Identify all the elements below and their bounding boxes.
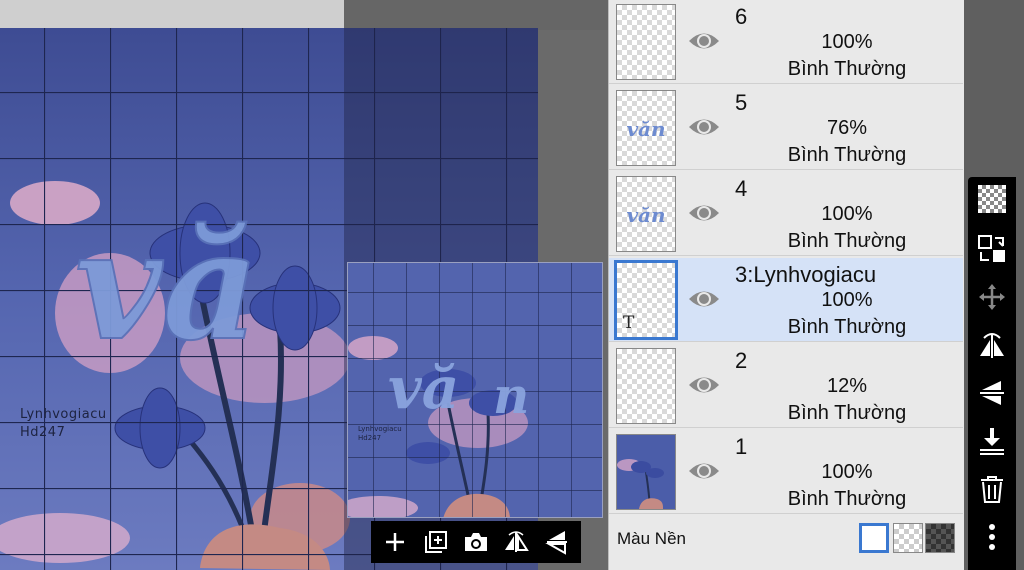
preview-image: vă n: [348, 263, 602, 517]
background-transparent-swatch[interactable]: [893, 523, 923, 553]
layer-image-preview: [617, 435, 675, 509]
layer-blend-mode: Bình Thường: [787, 58, 907, 80]
svg-text:vă: vă: [388, 354, 459, 422]
canvas-top-margin: [0, 0, 344, 30]
layer-row[interactable]: 1 100% Bình Thường: [609, 430, 963, 514]
layer-thumbnail[interactable]: [616, 434, 676, 510]
flip-horizontal-icon[interactable]: [974, 327, 1010, 363]
svg-text:vă: vă: [75, 198, 259, 374]
svg-text:n: n: [493, 366, 529, 425]
plus-icon[interactable]: [380, 527, 410, 557]
layers-panel: 6 100% Bình Thường văn 5 76% Bình Thường văn 4 10…: [608, 0, 964, 570]
layer-blend-mode: Bình Thường: [787, 230, 907, 252]
layer-opacity: 100%: [821, 31, 873, 53]
background-dark-swatch[interactable]: [925, 523, 955, 553]
layer-row[interactable]: T 3:Lynhvogiacu 100% Bình Thường: [609, 258, 963, 342]
credit-line-1: Lynhvogiacu: [20, 407, 107, 422]
layer-opacity: 100%: [821, 461, 873, 483]
layer-thumbnail[interactable]: văn: [616, 90, 676, 166]
canvas-top-margin-dark: [344, 0, 608, 30]
artwork-credit: Lynhvogiacu Hd247: [20, 406, 107, 442]
preview-credit-line-1: Lynhvogiacu: [358, 425, 402, 433]
background-color-row: Màu Nền: [609, 518, 963, 562]
canvas-area[interactable]: vă Lynhvogiacu Hd247 vă n Lynhvogiacu Hd…: [0, 0, 608, 570]
preview-credit-line-2: Hd247: [358, 434, 382, 442]
swap-layers-icon[interactable]: [974, 231, 1010, 267]
layer-blend-mode: Bình Thường: [787, 316, 907, 338]
layer-name: 1: [735, 434, 748, 459]
bottom-toolbar: [371, 521, 581, 563]
layer-row[interactable]: văn 5 76% Bình Thường: [609, 86, 963, 170]
layer-name: 6: [735, 4, 748, 29]
camera-icon[interactable]: [461, 527, 491, 557]
visibility-eye-icon[interactable]: [687, 458, 721, 484]
layer-name: 5: [735, 90, 748, 115]
merge-down-icon[interactable]: [974, 423, 1010, 459]
visibility-eye-icon[interactable]: [687, 372, 721, 398]
layer-opacity: 100%: [821, 203, 873, 225]
layer-row[interactable]: 6 100% Bình Thường: [609, 0, 963, 84]
visibility-eye-icon[interactable]: [687, 28, 721, 54]
checkerboard-icon[interactable]: [974, 181, 1010, 217]
layer-row[interactable]: văn 4 100% Bình Thường: [609, 172, 963, 256]
thumbnail-lettering: văn: [626, 203, 666, 227]
thumbnail-lettering: văn: [626, 117, 666, 141]
layer-thumbnail[interactable]: văn: [616, 176, 676, 252]
background-white-swatch[interactable]: [859, 523, 889, 553]
preview-credit: Lynhvogiacu Hd247: [358, 425, 402, 443]
visibility-eye-icon[interactable]: [687, 114, 721, 140]
visibility-eye-icon[interactable]: [687, 200, 721, 226]
layer-opacity: 100%: [821, 289, 873, 311]
layer-name: 4: [735, 176, 748, 201]
flip-horizontal-icon[interactable]: [501, 527, 531, 557]
visibility-eye-icon[interactable]: [687, 286, 721, 312]
layer-opacity: 12%: [826, 375, 868, 397]
flip-vertical-icon[interactable]: [542, 527, 572, 557]
reference-preview[interactable]: vă n Lynhvogiacu Hd247: [347, 262, 603, 518]
credit-line-2: Hd247: [20, 425, 66, 440]
text-layer-icon: T: [623, 313, 635, 333]
layer-thumbnail[interactable]: [616, 348, 676, 424]
background-label: Màu Nền: [617, 529, 686, 548]
layer-blend-mode: Bình Thường: [787, 402, 907, 424]
flip-vertical-icon[interactable]: [974, 375, 1010, 411]
layer-thumbnail[interactable]: T: [614, 260, 678, 340]
trash-icon[interactable]: [974, 471, 1010, 507]
layer-blend-mode: Bình Thường: [787, 488, 907, 510]
app-root: vă Lynhvogiacu Hd247 vă n Lynhvogiacu Hd…: [0, 0, 1024, 570]
more-icon[interactable]: [974, 519, 1010, 555]
layer-row[interactable]: 2 12% Bình Thường: [609, 344, 963, 428]
layer-name: 3:Lynhvogiacu: [735, 262, 877, 287]
layer-name: 2: [735, 348, 748, 373]
add-layer-icon[interactable]: [421, 527, 451, 557]
layer-opacity: 76%: [826, 117, 868, 139]
layer-thumbnail[interactable]: [616, 4, 676, 80]
layer-tools-toolbar: [968, 177, 1016, 570]
layer-blend-mode: Bình Thường: [787, 144, 907, 166]
move-icon[interactable]: [974, 279, 1010, 315]
